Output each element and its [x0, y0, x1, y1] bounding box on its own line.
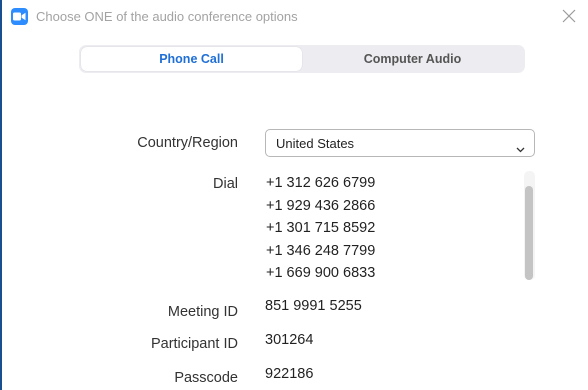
participant-id-label: Participant ID	[150, 336, 238, 352]
country-region-select[interactable]: United States	[265, 129, 535, 157]
country-region-value: United States	[276, 135, 355, 151]
title-bar: Choose ONE of the audio conference optio…	[2, 0, 588, 32]
zoom-camera-icon	[11, 8, 28, 25]
passcode-label: Passcode	[174, 370, 238, 386]
audio-mode-tabs: Phone Call Computer Audio	[79, 45, 525, 73]
dial-number: +1 346 248 7799	[266, 242, 376, 259]
passcode-value: 922186	[265, 366, 314, 382]
participant-id-value: 301264	[265, 332, 314, 348]
audio-options-window: Choose ONE of the audio conference optio…	[0, 0, 588, 390]
dial-number-list: +1 312 626 6799 +1 929 436 2866 +1 301 7…	[266, 172, 375, 285]
dial-list-scrollbar-thumb[interactable]	[525, 186, 533, 280]
dial-number: +1 301 715 8592	[266, 220, 376, 236]
chevron-down-icon	[516, 140, 525, 158]
meeting-id-label: Meeting ID	[167, 304, 238, 320]
window-title: Choose ONE of the audio conference optio…	[36, 9, 298, 24]
dial-label: Dial	[213, 176, 238, 192]
dial-number: +1 929 436 2866	[266, 197, 376, 214]
meeting-id-value: 851 9991 5255	[265, 298, 362, 314]
close-icon[interactable]	[562, 9, 576, 23]
country-region-label: Country/Region	[137, 135, 238, 151]
dial-number: +1 312 626 6799	[266, 175, 376, 191]
tab-computer-audio[interactable]: Computer Audio	[302, 47, 523, 71]
dial-number: +1 669 900 6833	[266, 265, 376, 281]
tab-phone-call[interactable]: Phone Call	[81, 47, 302, 71]
